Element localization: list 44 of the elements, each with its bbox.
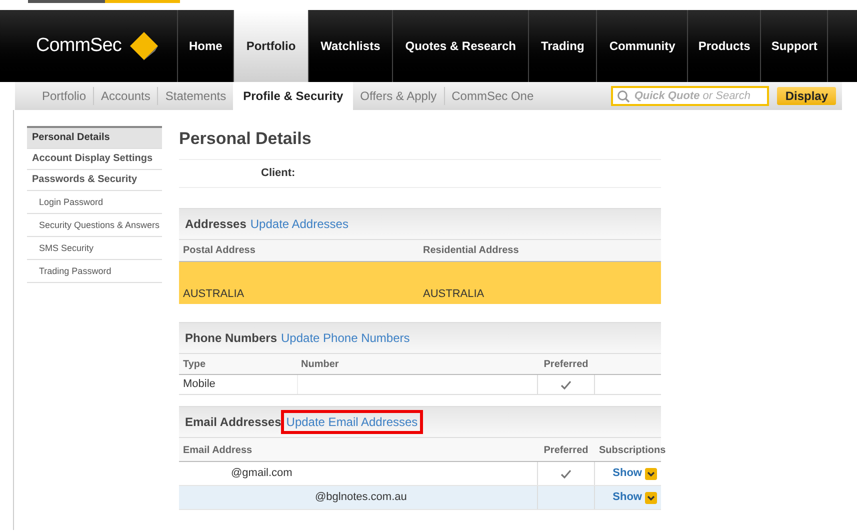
dropdown-icon[interactable] xyxy=(645,468,657,480)
column-header: Subscriptions xyxy=(598,444,667,458)
sidebar-item[interactable]: Passwords & Security xyxy=(27,170,162,191)
table-cell-text: @bglnotes.com.au xyxy=(314,490,408,506)
sidebar-item[interactable]: Security Questions & Answers xyxy=(27,214,162,237)
section-title: Phone Numbers xyxy=(185,330,278,347)
subnav-tab[interactable]: CommSec One xyxy=(444,87,541,105)
diamond-logo-icon xyxy=(129,31,160,61)
sidebar-item[interactable]: Personal Details xyxy=(27,128,162,149)
nav-tab[interactable]: Portfolio xyxy=(233,10,308,82)
subnav-tab[interactable]: Accounts xyxy=(93,87,158,105)
show-link[interactable]: Show xyxy=(612,465,642,482)
search-icon xyxy=(617,90,630,102)
page-title: Personal Details xyxy=(179,122,661,160)
check-icon xyxy=(560,468,572,478)
section-title: Addresses xyxy=(185,216,246,233)
dropdown-icon[interactable] xyxy=(645,492,657,504)
column-header: Preferred xyxy=(542,358,590,372)
update-link[interactable]: Update Addresses xyxy=(250,215,348,233)
table-cell-text: AUSTRALIA xyxy=(183,286,246,302)
table-cell-text: Mobile xyxy=(182,377,216,392)
sidebar-item[interactable]: SMS Security xyxy=(27,237,162,260)
subnav-tab[interactable]: Profile & Security xyxy=(233,82,354,110)
check-icon xyxy=(560,380,572,390)
sidebar-item[interactable]: Account Display Settings xyxy=(27,149,162,170)
subnav-tab[interactable]: Portfolio xyxy=(35,87,94,105)
column-header: Type xyxy=(182,358,207,372)
column-header: Email Address xyxy=(182,444,254,458)
client-label: Client: xyxy=(261,166,296,182)
table-cell-text: AUSTRALIA xyxy=(423,286,486,302)
subnav-tab[interactable]: Offers & Apply xyxy=(353,87,444,105)
section-title: Email Addresses xyxy=(185,414,282,431)
column-header: Residential Address xyxy=(423,244,520,258)
table-cell-text: @gmail.com xyxy=(230,466,294,482)
update-link[interactable]: Update Email Addresses xyxy=(281,410,423,434)
display-button[interactable]: Display xyxy=(777,87,836,105)
sidebar-item[interactable]: Login Password xyxy=(27,191,162,214)
update-link[interactable]: Update Phone Numbers xyxy=(281,329,410,347)
sidebar-item[interactable]: Trading Password xyxy=(27,260,162,283)
logo-text: CommSec xyxy=(36,34,122,58)
column-header: Number xyxy=(300,358,340,372)
column-header: Postal Address xyxy=(183,244,256,258)
show-link[interactable]: Show xyxy=(612,489,642,506)
column-header: Preferred xyxy=(542,444,590,458)
